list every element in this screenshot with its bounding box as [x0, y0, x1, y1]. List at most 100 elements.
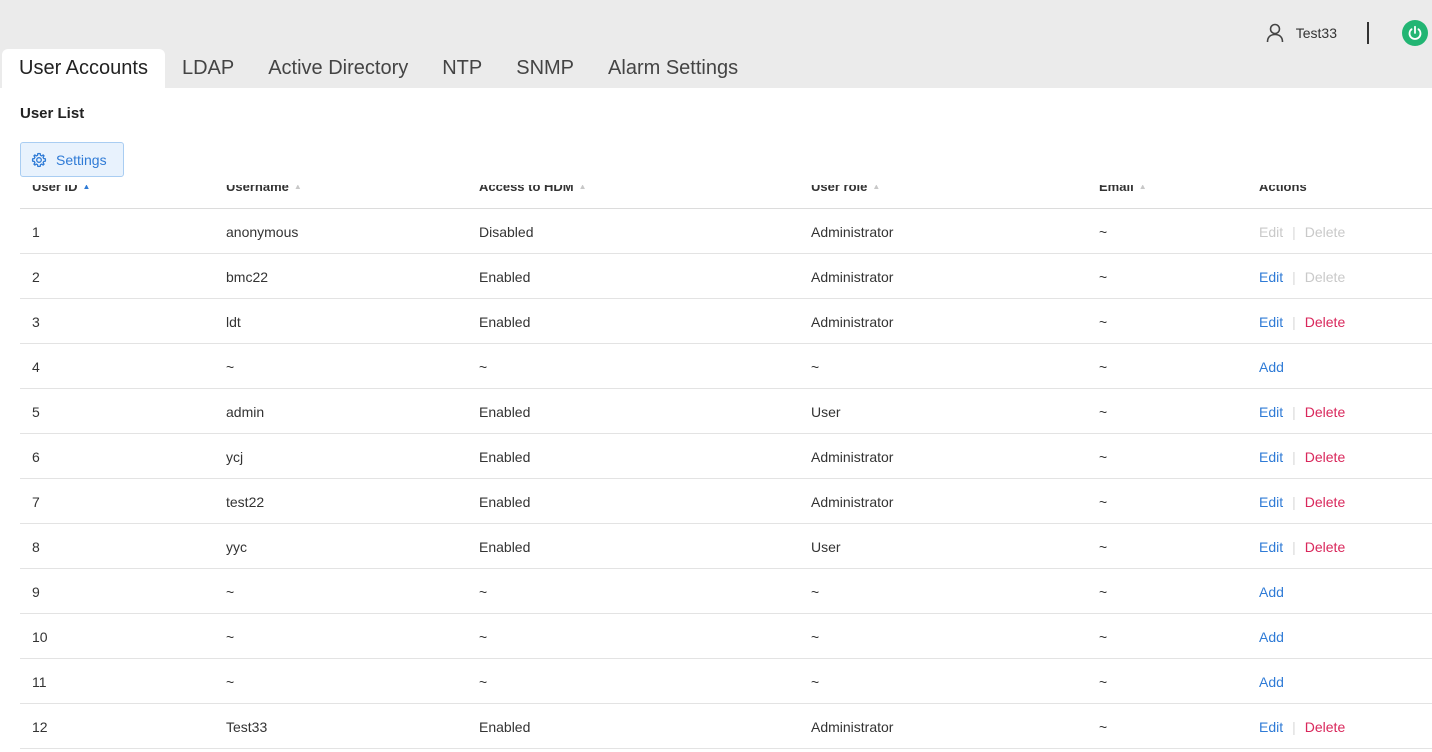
- action-divider: |: [1292, 313, 1296, 330]
- table-row: 12 Test33 Enabled Administrator ~ Edit | Delete: [20, 704, 1432, 749]
- access-cell: Enabled: [479, 448, 531, 465]
- username-cell: ~: [226, 358, 235, 375]
- column-header-email[interactable]: Email ▲: [1099, 185, 1147, 194]
- user-area: Test33: [1266, 18, 1432, 48]
- access-cell: Disabled: [479, 223, 534, 240]
- delete-button[interactable]: Delete: [1305, 449, 1345, 465]
- current-username[interactable]: Test33: [1296, 25, 1337, 41]
- column-header-username[interactable]: Username ▲: [226, 185, 302, 194]
- sort-icon[interactable]: ▲: [579, 185, 587, 191]
- actions-cell: Edit | Delete: [1259, 299, 1345, 344]
- actions-cell: Edit | Delete: [1259, 254, 1345, 299]
- delete-button[interactable]: Delete: [1305, 494, 1345, 510]
- table-row: 1 anonymous Disabled Administrator ~ Edit | Del…: [20, 209, 1432, 254]
- column-header-access[interactable]: Access to HDM ▲: [479, 185, 587, 194]
- delete-button[interactable]: Delete: [1305, 719, 1345, 735]
- access-cell: ~: [479, 358, 488, 375]
- table-row: 3 ldt Enabled Administrator ~ Edit | Delete: [20, 299, 1432, 344]
- table-row: 9 ~ ~ ~ ~ Add: [20, 569, 1432, 614]
- top-bar: Test33 User Accounts LDAP Active Directory…: [0, 0, 1432, 88]
- power-button[interactable]: [1402, 20, 1428, 46]
- action-divider: |: [1292, 718, 1296, 735]
- email-cell: ~: [1099, 628, 1108, 645]
- tab-user-accounts[interactable]: User Accounts: [2, 49, 165, 88]
- gear-icon: [31, 152, 47, 167]
- access-cell: Enabled: [479, 313, 531, 330]
- access-cell: Enabled: [479, 538, 531, 555]
- username-cell: Test33: [226, 718, 268, 735]
- username-cell: bmc22: [226, 268, 269, 285]
- add-button[interactable]: Add: [1259, 584, 1284, 600]
- actions-cell: Edit | Delete: [1259, 209, 1345, 254]
- email-cell: ~: [1099, 583, 1108, 600]
- column-header-user-role[interactable]: User role ▲: [811, 185, 880, 194]
- edit-button[interactable]: Edit: [1259, 449, 1283, 465]
- edit-button[interactable]: Edit: [1259, 404, 1283, 420]
- sort-icon[interactable]: ▲: [1139, 185, 1147, 191]
- column-header-user-id[interactable]: User ID ▲: [32, 185, 90, 194]
- table-row: 6 ycj Enabled Administrator ~ Edit | Delete: [20, 434, 1432, 479]
- user-id-cell: 6: [32, 448, 40, 465]
- add-button[interactable]: Add: [1259, 674, 1284, 690]
- delete-button[interactable]: Delete: [1305, 314, 1345, 330]
- email-cell: ~: [1099, 448, 1108, 465]
- access-cell: Enabled: [479, 403, 531, 420]
- delete-button[interactable]: Delete: [1305, 539, 1345, 555]
- edit-button[interactable]: Edit: [1259, 314, 1283, 330]
- user-id-cell: 2: [32, 268, 40, 285]
- user-id-cell: 9: [32, 583, 40, 600]
- actions-cell: Add: [1259, 344, 1284, 389]
- tab-snmp[interactable]: SNMP: [499, 49, 591, 88]
- section-title: User List: [20, 105, 85, 122]
- email-cell: ~: [1099, 718, 1108, 735]
- user-role-cell: Administrator: [811, 493, 894, 510]
- table-row: 7 test22 Enabled Administrator ~ Edit | Delete: [20, 479, 1432, 524]
- table-row: 4 ~ ~ ~ ~ Add: [20, 344, 1432, 389]
- add-button[interactable]: Add: [1259, 629, 1284, 645]
- user-role-cell: User: [811, 403, 841, 420]
- table-row: 2 bmc22 Enabled Administrator ~ Edit | Delete: [20, 254, 1432, 299]
- email-cell: ~: [1099, 493, 1108, 510]
- email-cell: ~: [1099, 673, 1108, 690]
- tab-ldap[interactable]: LDAP: [165, 49, 251, 88]
- action-divider: |: [1292, 448, 1296, 465]
- user-role-cell: User: [811, 538, 841, 555]
- tab-active-directory[interactable]: Active Directory: [251, 49, 425, 88]
- access-cell: Enabled: [479, 493, 531, 510]
- add-button[interactable]: Add: [1259, 359, 1284, 375]
- username-cell: ~: [226, 583, 235, 600]
- user-table: User ID ▲ Username ▲ Access to HDM ▲ User r…: [20, 185, 1432, 749]
- actions-cell: Edit | Delete: [1259, 434, 1345, 479]
- sort-icon[interactable]: ▲: [872, 185, 880, 191]
- user-role-cell: Administrator: [811, 448, 894, 465]
- edit-button[interactable]: Edit: [1259, 719, 1283, 735]
- table-header: User ID ▲ Username ▲ Access to HDM ▲ User r…: [20, 185, 1432, 209]
- table-row: 11 ~ ~ ~ ~ Add: [20, 659, 1432, 704]
- access-cell: Enabled: [479, 718, 531, 735]
- action-divider: |: [1292, 223, 1296, 240]
- action-divider: |: [1292, 493, 1296, 510]
- table-row: 10 ~ ~ ~ ~ Add: [20, 614, 1432, 659]
- settings-button[interactable]: Settings: [20, 142, 124, 177]
- edit-button[interactable]: Edit: [1259, 539, 1283, 555]
- actions-cell: Edit | Delete: [1259, 389, 1345, 434]
- email-cell: ~: [1099, 403, 1108, 420]
- user-role-cell: ~: [811, 358, 820, 375]
- sort-icon[interactable]: ▲: [83, 185, 91, 191]
- power-icon: [1408, 25, 1422, 40]
- actions-cell: Edit | Delete: [1259, 524, 1345, 569]
- user-role-cell: Administrator: [811, 268, 894, 285]
- header-divider: [1367, 22, 1369, 44]
- main-content: User List Settings User ID ▲ Username ▲ Ac…: [0, 88, 1432, 752]
- person-icon[interactable]: [1266, 23, 1286, 43]
- edit-button[interactable]: Edit: [1259, 269, 1283, 285]
- delete-button[interactable]: Delete: [1305, 404, 1345, 420]
- actions-cell: Add: [1259, 569, 1284, 614]
- username-cell: ~: [226, 628, 235, 645]
- edit-button[interactable]: Edit: [1259, 494, 1283, 510]
- tab-ntp[interactable]: NTP: [425, 49, 499, 88]
- username-cell: ldt: [226, 313, 241, 330]
- sort-icon[interactable]: ▲: [294, 185, 302, 191]
- tab-alarm-settings[interactable]: Alarm Settings: [591, 49, 755, 88]
- email-cell: ~: [1099, 268, 1108, 285]
